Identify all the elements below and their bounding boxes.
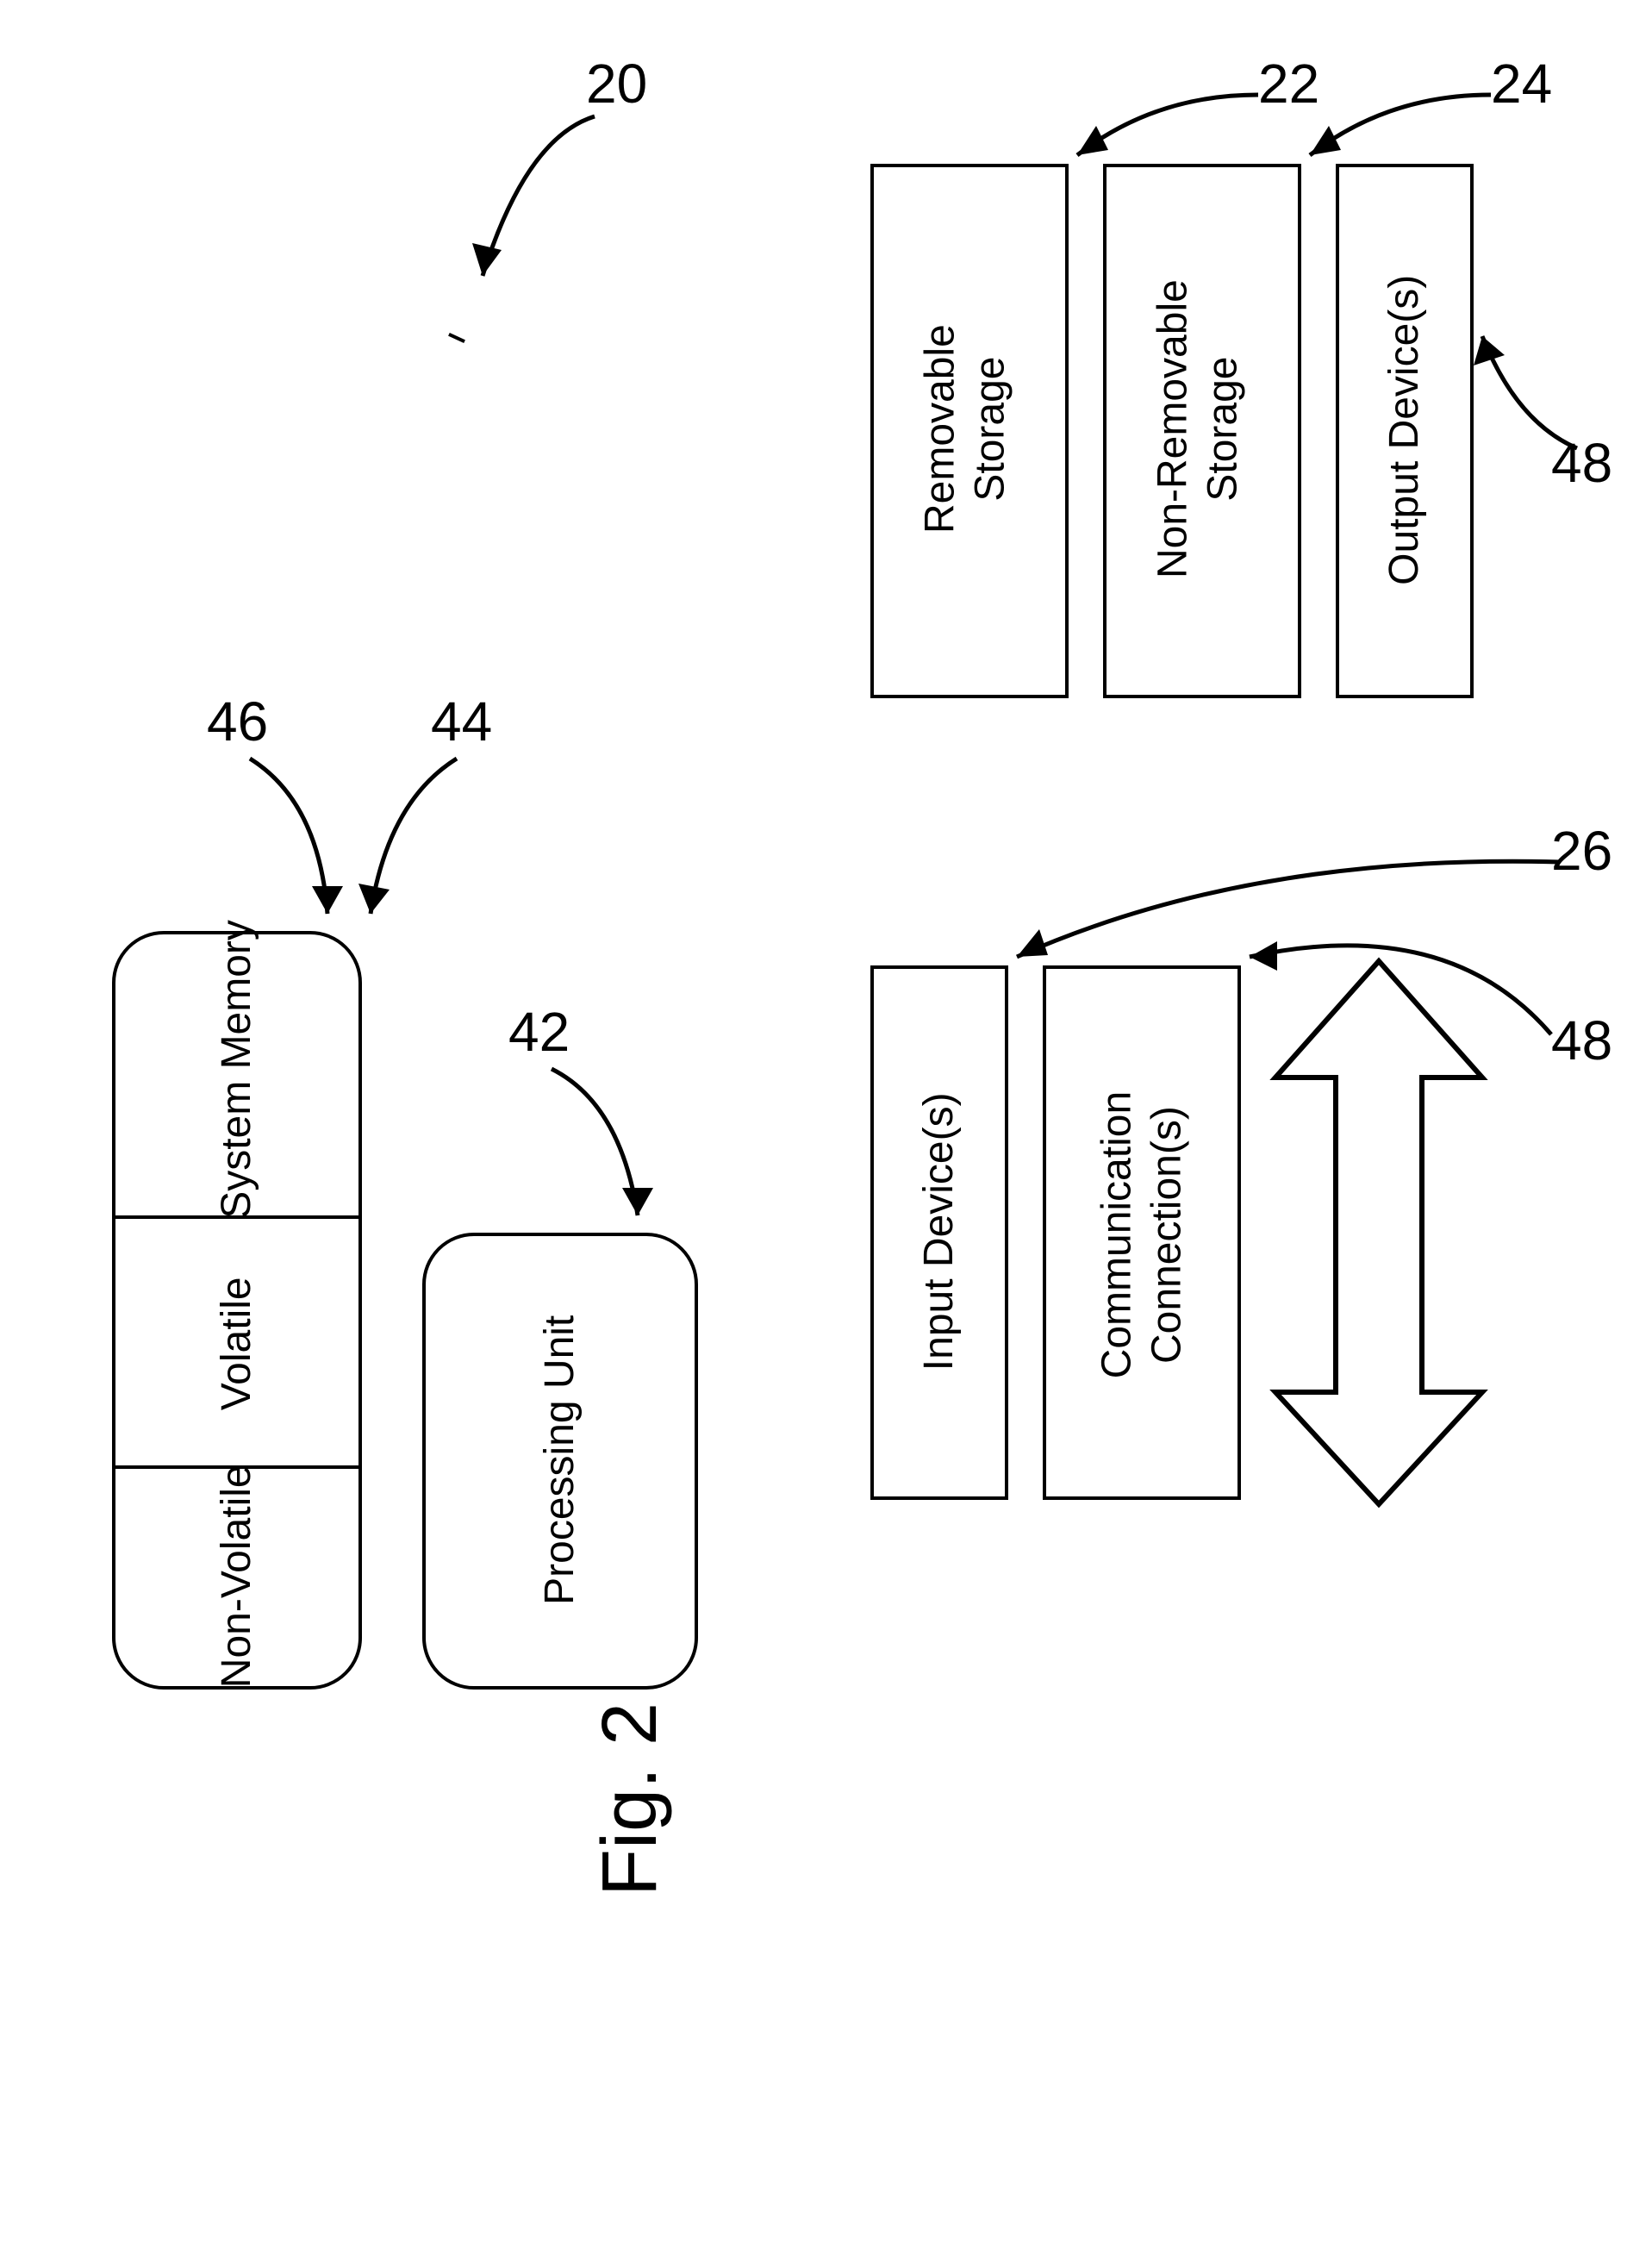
system-memory-label: System Memory [212,926,262,1219]
lead-line [448,103,620,328]
text-line: Communication [1092,959,1142,1511]
removable-storage-label: Removable Storage [915,162,1014,696]
ref-44: 44 [431,690,492,753]
lead-line [1051,78,1275,190]
lead-line [1456,319,1603,474]
ref-46: 46 [207,690,268,753]
lead-line [1224,862,1568,1052]
nonremovable-storage-label: Non-Removable Storage [1148,162,1247,696]
volatile-label: Volatile [212,1266,262,1421]
lead-line [526,1060,681,1241]
output-devices-label: Output Device(s) [1380,163,1430,697]
text-line: Storage [965,162,1015,696]
tick-mark [448,333,465,343]
figure-label: Fig. 2 [586,1702,675,1896]
processing-unit-label: Processing Unit [535,1314,585,1607]
lead-line [345,750,500,940]
comm-connections-label: Communication Connection(s) [1092,959,1191,1511]
figure-2-diagram: System Memory Volatile Non-Volatile Proc… [0,0,1652,2255]
input-devices-label: Input Device(s) [914,965,964,1499]
text-line: Non-Removable [1148,162,1198,696]
nonvolatile-label: Non-Volatile [212,1452,262,1702]
figure-label-text: Fig. 2 [587,1702,673,1896]
text-line: Connection(s) [1142,959,1192,1511]
lead-line [1284,78,1508,207]
ref-42: 42 [508,1000,570,1064]
text-line: Removable [915,162,965,696]
text-line: Storage [1198,162,1248,696]
